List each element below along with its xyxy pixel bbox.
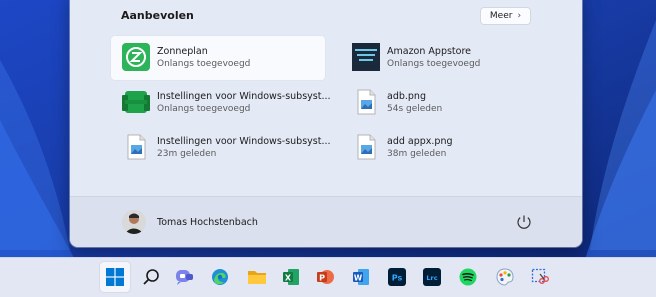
taskbar-search-button[interactable] (136, 262, 166, 292)
more-button-label: Meer (489, 11, 513, 21)
avatar (122, 210, 146, 234)
image-file-icon (357, 89, 376, 115)
recommended-item-subtitle: Onlangs toegevoegd (387, 59, 481, 69)
paint-icon (496, 268, 514, 286)
recommended-item-name: Zonneplan (157, 46, 208, 57)
excel-icon-label: X (285, 273, 292, 282)
recommended-item-wsa-screenshot[interactable]: Instellingen voor Windows-subsyst... 23m… (111, 126, 331, 170)
taskbar-word-button[interactable]: W (346, 262, 376, 292)
edge-icon (212, 269, 228, 285)
word-icon: W (353, 269, 369, 285)
excel-icon: X (283, 269, 299, 285)
chevron-right-icon: › (517, 11, 522, 21)
recommended-item-subtitle: 38m geleden (387, 149, 447, 159)
recommended-title: Aanbevolen (121, 9, 194, 22)
amazon-appstore-icon (352, 43, 380, 71)
taskbar-chat-button[interactable] (170, 262, 200, 292)
taskbar-photoshop-button[interactable]: Ps (382, 262, 412, 292)
recommended-item-wsa-settings[interactable]: Instellingen voor Windows-subsyst... Onl… (111, 81, 331, 125)
taskbar-start-button[interactable] (100, 262, 130, 292)
taskbar-spotify-button[interactable] (453, 262, 483, 292)
recommended-item-zonneplan[interactable]: Zonneplan Onlangs toegevoegd (111, 36, 325, 80)
teams-chat-icon (176, 270, 193, 285)
recommended-item-amazon-appstore[interactable]: Amazon Appstore Onlangs toegevoegd (341, 36, 555, 80)
taskbar-snipping-tool-button[interactable] (525, 262, 555, 292)
recommended-item-name: adb.png (387, 91, 426, 102)
recommended-item-name: Amazon Appstore (387, 46, 472, 57)
user-account-button[interactable]: Tomas Hochstenbach (114, 203, 264, 241)
recommended-item-subtitle: 23m geleden (157, 149, 217, 159)
photoshop-icon: Ps (388, 268, 406, 286)
folder-icon (248, 271, 266, 284)
word-icon-label: W (354, 273, 363, 282)
photoshop-icon-label: Ps (392, 274, 403, 283)
recommended-item-name: Instellingen voor Windows-subsyst... (157, 91, 331, 102)
taskbar-excel-button[interactable]: X (276, 262, 306, 292)
lightroom-classic-icon: Lrc (423, 268, 441, 286)
taskbar-lightroom-button[interactable]: Lrc (417, 262, 447, 292)
taskbar-edge-button[interactable] (205, 262, 235, 292)
taskbar-file-explorer-button[interactable] (242, 262, 272, 292)
taskbar-powerpoint-button[interactable]: P (310, 262, 340, 292)
windows-logo-icon (106, 268, 124, 286)
powerpoint-icon-label: P (319, 273, 325, 282)
zonneplan-app-icon (122, 43, 150, 71)
user-name: Tomas Hochstenbach (157, 217, 258, 228)
lightroom-icon-label: Lrc (426, 274, 437, 282)
powerpoint-icon: P (317, 270, 334, 284)
recommended-item-subtitle: Onlangs toegevoegd (157, 104, 251, 114)
recommended-item-adb-png[interactable]: adb.png 54s geleden (341, 81, 555, 125)
snipping-tool-icon (531, 268, 549, 284)
start-menu: Aanbevolen Meer › Zonneplan Onlangs toeg… (70, 0, 582, 247)
more-button[interactable]: Meer › (480, 7, 531, 25)
recommended-item-add-appx-png[interactable]: add appx.png 38m geleden (341, 126, 555, 170)
power-icon[interactable] (515, 213, 533, 231)
recommended-item-name: Instellingen voor Windows-subsyst... (157, 136, 331, 147)
recommended-item-name: add appx.png (387, 136, 453, 147)
wsa-settings-icon (122, 91, 150, 113)
taskbar: X P W Ps Lrc (0, 257, 656, 297)
recommended-item-subtitle: 54s geleden (387, 104, 443, 114)
image-file-icon (357, 134, 376, 160)
image-file-icon (127, 134, 146, 160)
spotify-icon (459, 268, 477, 286)
recommended-item-subtitle: Onlangs toegevoegd (157, 59, 251, 69)
taskbar-paint-button[interactable] (490, 262, 520, 292)
start-menu-footer: Tomas Hochstenbach (70, 196, 582, 247)
search-icon (143, 269, 159, 285)
